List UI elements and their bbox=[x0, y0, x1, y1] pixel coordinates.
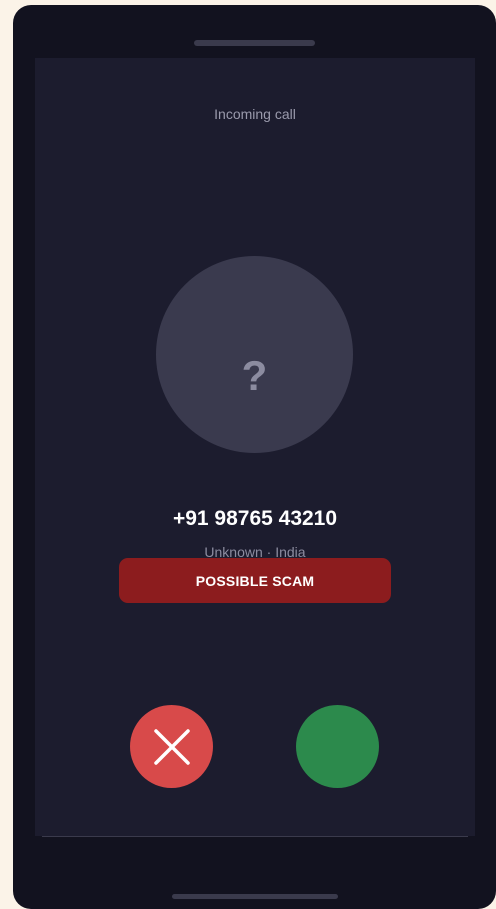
home-indicator[interactable] bbox=[172, 894, 338, 899]
call-status: Incoming call bbox=[214, 106, 296, 122]
speaker-grille bbox=[194, 40, 315, 46]
scam-warning-badge: POSSIBLE SCAM bbox=[119, 558, 391, 603]
call-screen: Incoming call ? +91 98765 43210 Unknown … bbox=[35, 58, 475, 836]
decline-button[interactable] bbox=[130, 705, 213, 788]
caller-avatar: ? bbox=[156, 256, 353, 453]
divider bbox=[42, 836, 468, 837]
caller-number: +91 98765 43210 bbox=[172, 507, 338, 530]
close-icon bbox=[153, 728, 190, 765]
accept-button[interactable] bbox=[296, 705, 379, 788]
phone-frame: Incoming call ? +91 98765 43210 Unknown … bbox=[13, 5, 496, 909]
unknown-caller-icon: ? bbox=[241, 351, 268, 399]
